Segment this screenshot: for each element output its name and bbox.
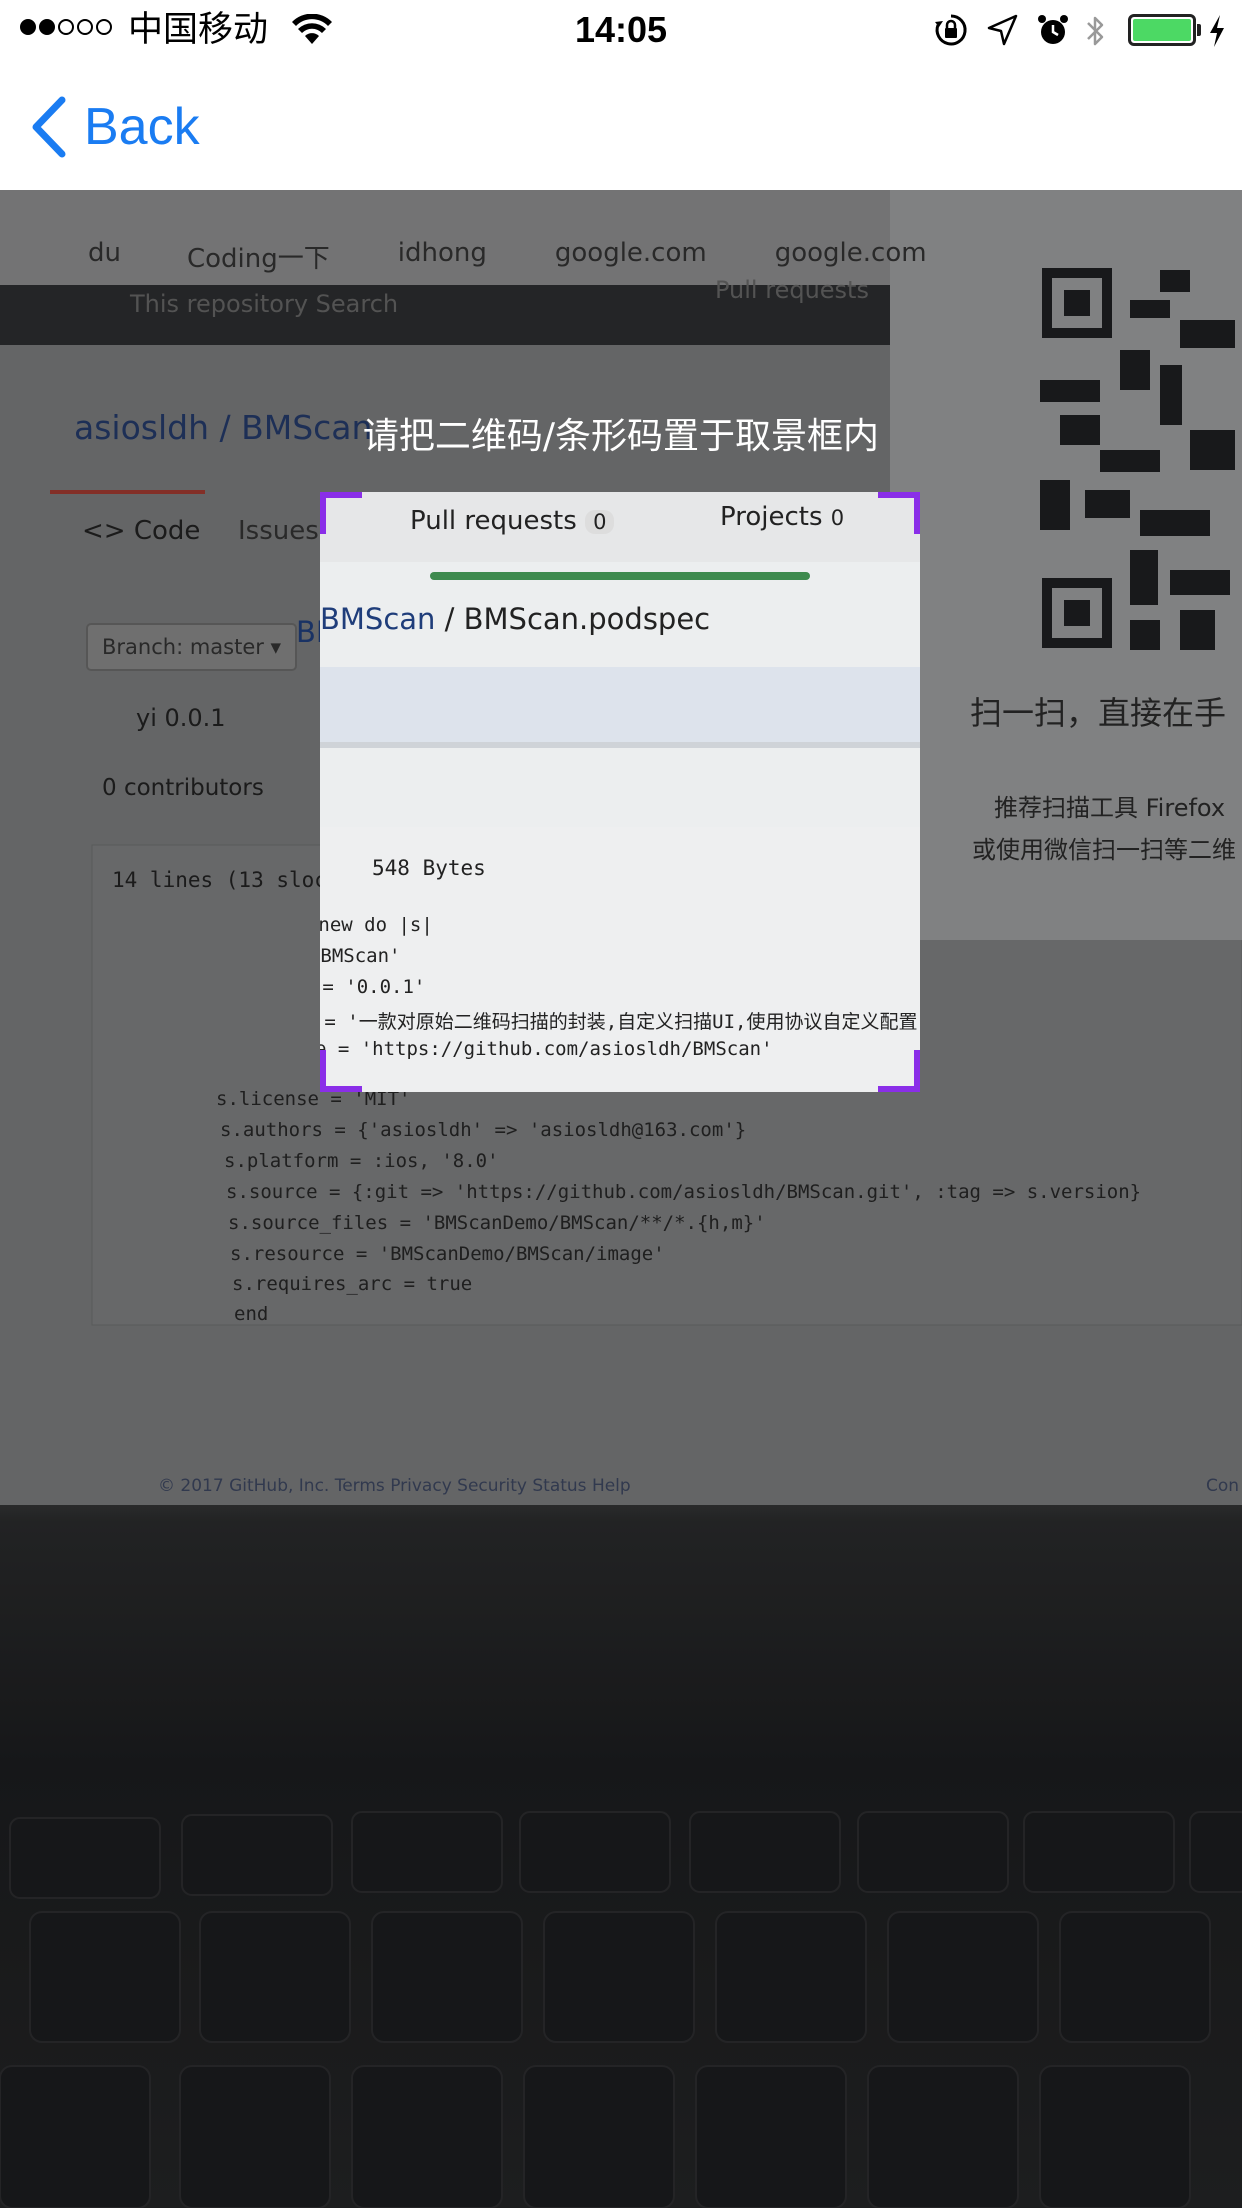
camera-preview: du Coding一下 idhong google.com google.com…	[0, 190, 1242, 2208]
viewfinder-scene	[320, 492, 920, 1092]
file-path: BMScan / BMScan.podspec	[320, 602, 710, 636]
viewfinder-corner-top-left	[320, 492, 362, 534]
tab-pull-requests-count: 0	[585, 510, 615, 534]
orientation-lock-icon	[935, 14, 967, 46]
code-line: Pod::Spec.new do |s|	[320, 914, 433, 936]
tab-projects-count: 0	[830, 506, 845, 530]
scan-prompt: 请把二维码/条形码置于取景框内	[362, 416, 880, 457]
location-icon	[987, 14, 1018, 46]
code-line: s.version = '0.0.1'	[320, 976, 426, 998]
code-line: s.name = 'BMScan'	[320, 945, 401, 967]
back-label: Back	[84, 98, 200, 156]
battery-tip	[1197, 24, 1201, 36]
chevron-left-icon	[32, 96, 66, 158]
viewfinder-corner-bottom-right	[878, 1050, 920, 1092]
file-path-file: / BMScan.podspec	[444, 602, 711, 636]
tab-pull-requests: Pull requests 0	[410, 506, 615, 536]
file-path-repo: BMScan	[320, 602, 436, 636]
status-bar: 中国移动 14:05	[0, 0, 1242, 62]
scan-viewfinder: Pull requests 0 Projects 0 BMScan / BMSc…	[320, 492, 920, 1092]
back-button[interactable]: Back	[30, 92, 200, 162]
scanner-screen: 中国移动 14:05 Back du Coding一下 idhong googl…	[0, 0, 1242, 2208]
tab-projects-label: Projects	[720, 502, 823, 532]
navigation-bar: Back	[0, 62, 1242, 190]
file-size: 548 Bytes	[372, 856, 486, 880]
alarm-icon	[1038, 15, 1068, 44]
tab-projects: Projects 0	[720, 502, 844, 532]
bluetooth-icon	[1087, 16, 1104, 46]
code-line: s.homepage = 'https://github.com/asiosld…	[320, 1038, 773, 1060]
tab-pull-requests-label: Pull requests	[410, 506, 577, 536]
viewfinder-corner-bottom-left	[320, 1050, 362, 1092]
charging-icon	[1210, 15, 1224, 47]
battery-icon	[1128, 14, 1196, 46]
code-line: s.summary = '一款对原始二维码扫描的封装,自定义扫描UI,使用协议自…	[320, 1011, 920, 1033]
viewfinder-corner-top-right	[878, 492, 920, 534]
